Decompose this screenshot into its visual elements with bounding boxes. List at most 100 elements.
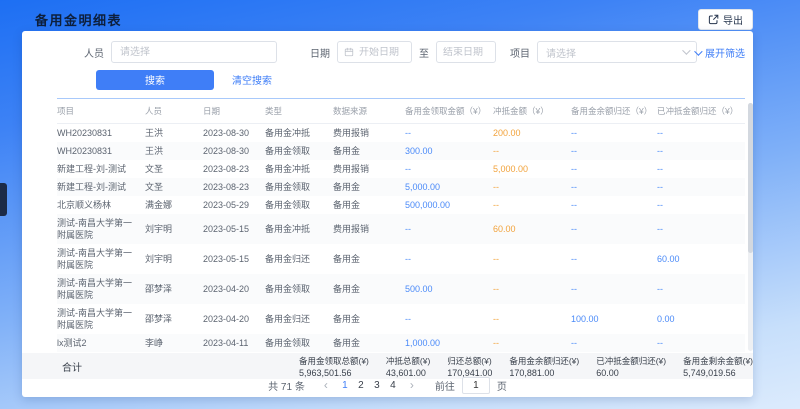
page-number[interactable]: 1 <box>337 380 353 391</box>
search-button[interactable]: 搜索 <box>96 70 214 90</box>
table-header-row: 项目人员日期类型数据来源备用金领取金额（¥）冲抵金额（¥）备用金余额归还（¥）已… <box>57 99 745 124</box>
cell-type: 备用金归还 <box>265 244 333 274</box>
summary-item: 备用金领取总额(¥)5,963,501.56 <box>299 355 369 378</box>
table-row: 北京顺义杨林满金娜2023-05-29备用金领取备用金500,000.00---… <box>57 196 745 214</box>
cell-offset-return: 0.00 <box>657 304 745 334</box>
person-select-input[interactable] <box>111 41 277 63</box>
cell-person: 文圣 <box>145 160 203 178</box>
cell-balance-return: 100.00 <box>571 304 657 334</box>
cell-offset-return: -- <box>657 178 745 196</box>
cell-received: -- <box>405 214 493 244</box>
chevron-down-icon <box>682 46 690 54</box>
pagination: 共 71 条 ‹ 1234 › 前往 页 <box>22 376 753 394</box>
cell-person: 邵梦泽 <box>145 304 203 334</box>
column-header: 数据来源 <box>333 99 405 124</box>
cell-type: 备用金领取 <box>265 274 333 304</box>
clear-search-link[interactable]: 清空搜索 <box>232 72 272 87</box>
cell-source: 备用金 <box>333 142 405 160</box>
cell-type: 备用金冲抵 <box>265 124 333 143</box>
cell-date: 2023-08-30 <box>203 142 265 160</box>
table-row: WH20230831王洪2023-08-30备用金领取备用金300.00----… <box>57 142 745 160</box>
column-header: 人员 <box>145 99 203 124</box>
cell-balance-return: -- <box>571 142 657 160</box>
page-number[interactable]: 3 <box>369 380 385 391</box>
cell-balance-return: -- <box>571 274 657 304</box>
start-date-input[interactable] <box>359 47 405 58</box>
petty-cash-table: 项目人员日期类型数据来源备用金领取金额（¥）冲抵金额（¥）备用金余额归还（¥）已… <box>57 98 745 353</box>
cell-offset-return: -- <box>657 142 745 160</box>
person-filter-label: 人员 <box>84 45 104 60</box>
cell-project: 测试-南昌大学第一附属医院 <box>57 274 145 304</box>
cell-offset: -- <box>493 274 571 304</box>
cell-project: 测试-南昌大学第一附属医院 <box>57 304 145 334</box>
cell-source: 备用金 <box>333 178 405 196</box>
filter-bar: 人员 日期 至 项目 请选择 <box>22 41 753 67</box>
table-row: 测试-南昌大学第一附属医院刘宇明2023-05-15备用金冲抵费用报销--60.… <box>57 214 745 244</box>
table-row: WH20230831王洪2023-08-30备用金冲抵费用报销--200.00-… <box>57 124 745 143</box>
cell-balance-return: -- <box>571 178 657 196</box>
cell-project: lx测试2 <box>57 334 145 352</box>
goto-page-input[interactable] <box>462 377 490 394</box>
goto-page-prefix: 前往 <box>435 378 455 393</box>
summary-item-label: 备用金领取总额(¥) <box>299 355 369 367</box>
export-button[interactable]: 导出 <box>698 9 753 30</box>
cell-balance-return: -- <box>571 214 657 244</box>
cell-offset: -- <box>493 304 571 334</box>
table-row: 新建工程-刘-测试文圣2023-08-23备用金领取备用金5,000.00---… <box>57 178 745 196</box>
cell-type: 备用金冲抵 <box>265 214 333 244</box>
page-title: 备用金明细表 <box>35 10 122 29</box>
cell-offset: -- <box>493 244 571 274</box>
cell-offset-return: 60.00 <box>657 244 745 274</box>
expand-filters-link[interactable]: 展开筛选 <box>694 45 745 60</box>
column-header: 类型 <box>265 99 333 124</box>
cell-project: 新建工程-刘-测试 <box>57 178 145 196</box>
goto-page-suffix: 页 <box>497 378 507 393</box>
start-date-picker[interactable] <box>337 41 412 63</box>
main-card: 人员 日期 至 项目 请选择 <box>22 31 753 397</box>
cell-date: 2023-08-23 <box>203 160 265 178</box>
cell-date: 2023-04-11 <box>203 334 265 352</box>
cell-offset-return: -- <box>657 214 745 244</box>
end-date-input[interactable] <box>443 47 489 58</box>
cell-offset: -- <box>493 196 571 214</box>
table-row: lx测试2李峥2023-04-11备用金领取备用金1,000.00------ <box>57 334 745 352</box>
cell-project: WH20230831 <box>57 142 145 160</box>
cell-offset-return: -- <box>657 124 745 143</box>
table-scrollbar[interactable] <box>748 103 753 351</box>
cell-offset-return: -- <box>657 196 745 214</box>
cell-project: 测试-南昌大学第一附属医院 <box>57 244 145 274</box>
prev-page-button[interactable]: ‹ <box>318 378 334 392</box>
cell-received: 5,000.00 <box>405 178 493 196</box>
summary-item: 备用金剩余金额(¥)5,749,019.56 <box>683 355 753 378</box>
cell-source: 备用金 <box>333 274 405 304</box>
cell-project: WH20230831 <box>57 124 145 143</box>
cell-balance-return: -- <box>571 160 657 178</box>
date-filter-label: 日期 <box>310 45 330 60</box>
expand-filters-label: 展开筛选 <box>705 45 745 60</box>
end-date-picker[interactable] <box>436 41 496 63</box>
filter-actions: 搜索 清空搜索 <box>22 69 272 90</box>
summary-item-label: 冲抵总额(¥) <box>386 355 430 367</box>
export-button-label: 导出 <box>723 12 743 27</box>
page-number[interactable]: 4 <box>385 380 401 391</box>
cell-person: 文圣 <box>145 178 203 196</box>
project-select[interactable]: 请选择 <box>537 41 697 63</box>
calendar-icon <box>344 47 354 57</box>
cell-source: 备用金 <box>333 304 405 334</box>
export-icon <box>708 14 719 25</box>
drawer-handle[interactable] <box>0 183 7 216</box>
cell-balance-return: -- <box>571 334 657 352</box>
cell-offset-return: -- <box>657 160 745 178</box>
cell-received: 500,000.00 <box>405 196 493 214</box>
summary-item-label: 备用金剩余金额(¥) <box>683 355 753 367</box>
next-page-button[interactable]: › <box>404 378 420 392</box>
page-number[interactable]: 2 <box>353 380 369 391</box>
summary-item: 备用金余额归还(¥)170,881.00 <box>509 355 579 378</box>
cell-person: 刘宇明 <box>145 214 203 244</box>
cell-offset: -- <box>493 334 571 352</box>
cell-received: -- <box>405 160 493 178</box>
cell-person: 满金娜 <box>145 196 203 214</box>
project-filter-label: 项目 <box>510 45 530 60</box>
cell-date: 2023-05-15 <box>203 214 265 244</box>
scrollbar-thumb[interactable] <box>748 103 753 253</box>
